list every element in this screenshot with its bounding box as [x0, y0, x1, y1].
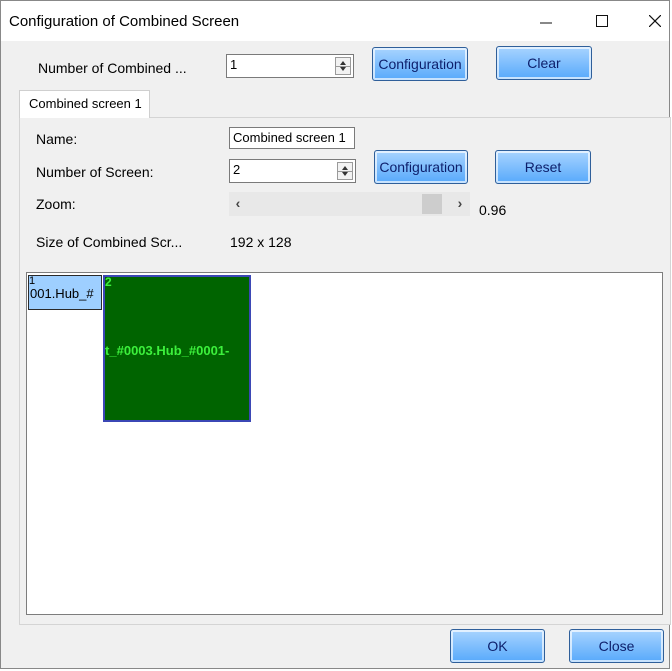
number-of-combined-value: 1	[230, 57, 238, 72]
maximize-icon	[596, 15, 608, 27]
screen-index: 2	[105, 275, 112, 289]
number-of-combined-label: Number of Combined ...	[38, 60, 187, 76]
minimize-icon	[540, 22, 552, 24]
number-of-screen-label: Number of Screen:	[36, 164, 154, 180]
number-of-screen-spinbox[interactable]: 2	[229, 159, 356, 183]
size-value: 192 x 128	[230, 234, 292, 250]
configuration-button-top[interactable]: Configuration	[372, 47, 468, 81]
close-icon	[649, 15, 661, 27]
clear-button[interactable]: Clear	[496, 46, 592, 80]
chevron-right-icon[interactable]: ›	[453, 195, 467, 211]
tab-combined-screen-1[interactable]: Combined screen 1	[19, 90, 150, 118]
minimize-button[interactable]	[523, 1, 569, 41]
dialog-window: Configuration of Combined Screen Number …	[0, 0, 671, 669]
reset-button[interactable]: Reset	[495, 150, 591, 184]
name-label: Name:	[36, 131, 78, 147]
spinner-arrows-icon[interactable]	[337, 162, 353, 180]
screen-name: rt_#0003.Hub_#0001-	[103, 343, 230, 358]
screen-name: 001.Hub_#	[30, 286, 94, 301]
screen-layout-canvas[interactable]: 1 001.Hub_# 2 rt_#0003.Hub_#0001-	[26, 272, 663, 615]
close-window-button[interactable]	[632, 1, 672, 41]
window-title: Configuration of Combined Screen	[9, 13, 240, 30]
zoom-value: 0.96	[479, 202, 507, 218]
name-input[interactable]: Combined screen 1	[229, 127, 355, 149]
screen-block-2[interactable]: 2 rt_#0003.Hub_#0001-	[103, 275, 251, 422]
close-button[interactable]: Close	[569, 629, 664, 663]
spinner-arrows-icon[interactable]	[335, 57, 351, 75]
zoom-slider[interactable]: ‹ ›	[229, 192, 470, 216]
ok-button[interactable]: OK	[450, 629, 545, 663]
maximize-button[interactable]	[579, 1, 625, 41]
zoom-slider-thumb[interactable]	[422, 194, 442, 214]
number-of-screen-value: 2	[233, 162, 241, 177]
chevron-left-icon[interactable]: ‹	[231, 195, 245, 211]
zoom-label: Zoom:	[36, 196, 76, 212]
size-label: Size of Combined Scr...	[36, 234, 183, 250]
number-of-combined-spinbox[interactable]: 1	[226, 54, 354, 78]
title-bar: Configuration of Combined Screen	[1, 1, 669, 41]
configuration-button-screen[interactable]: Configuration	[374, 150, 468, 184]
screen-block-1[interactable]: 1 001.Hub_#	[28, 275, 102, 310]
